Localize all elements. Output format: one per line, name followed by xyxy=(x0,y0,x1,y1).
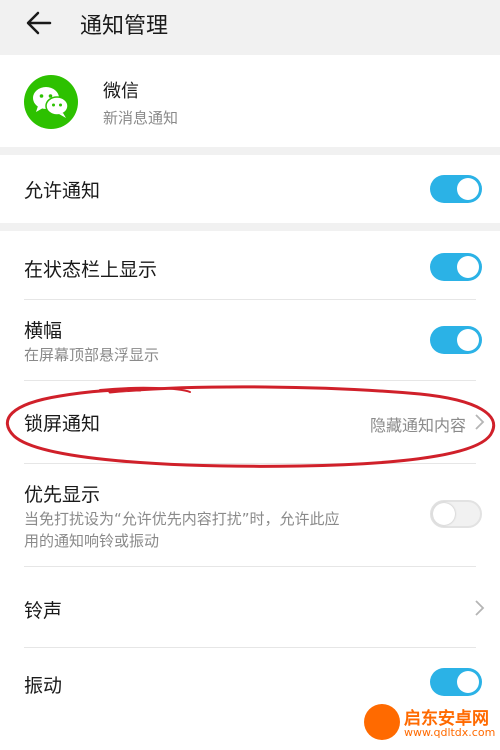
ringtone-label: 铃声 xyxy=(24,600,63,622)
toggle-knob xyxy=(457,256,479,278)
app-name: 微信 xyxy=(103,81,139,102)
lock-screen-row[interactable]: 锁屏通知 隐藏通知内容 xyxy=(0,381,500,463)
allow-notifications-toggle[interactable] xyxy=(430,175,482,203)
top-bar: 通知管理 xyxy=(0,0,500,50)
toggle-knob xyxy=(457,178,479,200)
toggle-knob xyxy=(457,671,479,693)
banner-subtitle: 在屏幕顶部悬浮显示 xyxy=(24,346,160,364)
watermark-url: www.qdltdx.com xyxy=(404,726,496,739)
app-info-card: 微信 新消息通知 xyxy=(0,55,500,147)
ringtone-row[interactable]: 铃声 xyxy=(0,567,500,647)
priority-subtitle-line1: 当免打扰设为“允许优先内容打扰”时，允许此应 xyxy=(24,510,340,528)
allow-notifications-label: 允许通知 xyxy=(24,180,101,202)
allow-notifications-row[interactable]: 允许通知 xyxy=(0,155,500,223)
vibrate-toggle[interactable] xyxy=(430,668,482,696)
priority-toggle[interactable] xyxy=(430,500,482,528)
wechat-icon xyxy=(24,75,78,129)
app-subtitle: 新消息通知 xyxy=(103,109,179,127)
banner-row[interactable]: 横幅 在屏幕顶部悬浮显示 xyxy=(0,300,500,380)
status-bar-row[interactable]: 在状态栏上显示 xyxy=(0,231,500,299)
watermark: 启东安卓网 www.qdltdx.com xyxy=(364,702,496,746)
status-bar-label: 在状态栏上显示 xyxy=(24,259,158,281)
banner-label: 横幅 xyxy=(24,320,63,342)
banner-toggle[interactable] xyxy=(430,326,482,354)
status-bar-toggle[interactable] xyxy=(430,253,482,281)
lock-screen-value: 隐藏通知内容 xyxy=(369,416,466,435)
toggle-knob xyxy=(433,503,455,525)
priority-row[interactable]: 优先显示 当免打扰设为“允许优先内容打扰”时，允许此应 用的通知响铃或振动 xyxy=(0,464,500,566)
lock-screen-label: 锁屏通知 xyxy=(24,413,101,435)
toggle-knob xyxy=(457,329,479,351)
priority-subtitle-line2: 用的通知响铃或振动 xyxy=(24,532,160,550)
page-title: 通知管理 xyxy=(80,14,169,39)
priority-label: 优先显示 xyxy=(24,484,101,506)
chevron-right-icon xyxy=(475,414,485,430)
vibrate-label: 振动 xyxy=(24,675,63,697)
chevron-right-icon xyxy=(475,600,485,616)
arrow-left-icon[interactable] xyxy=(24,8,54,38)
settings-list: 在状态栏上显示 横幅 在屏幕顶部悬浮显示 锁屏通知 隐藏通知内容 优先显示 当免… xyxy=(0,231,500,750)
watermark-logo-icon xyxy=(364,704,400,740)
